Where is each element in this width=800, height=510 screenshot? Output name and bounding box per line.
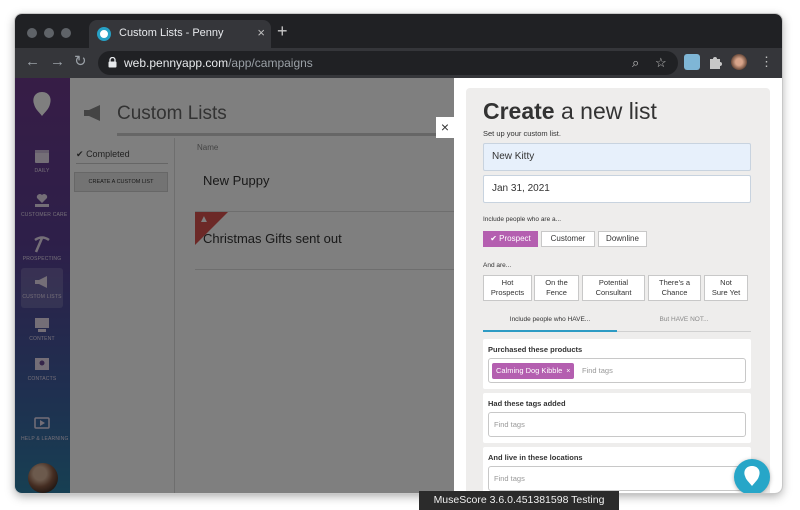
- purchased-tags-input[interactable]: Calming Dog Kibble × Find tags: [488, 358, 746, 383]
- create-list-panel: Create a new list Set up your custom lis…: [454, 78, 782, 493]
- tab-have-not[interactable]: But HAVE NOT...: [617, 314, 751, 332]
- status-line: Chance: [661, 288, 688, 297]
- close-window-dot[interactable]: [27, 28, 37, 38]
- minimize-window-dot[interactable]: [44, 28, 54, 38]
- profile-avatar-icon[interactable]: [731, 54, 747, 70]
- status-theres-a-chance[interactable]: There's a Chance: [648, 275, 701, 301]
- panel-subtitle: Set up your custom list.: [483, 129, 561, 138]
- browser-menu-icon[interactable]: ⋮: [760, 54, 773, 70]
- prospect-chip[interactable]: ✔ Prospect: [483, 231, 538, 247]
- locations-card: And live in these locations Find tags: [483, 447, 751, 493]
- chat-support-button[interactable]: [734, 459, 770, 493]
- chip-label: Prospect: [499, 234, 531, 243]
- tab-title: Custom Lists - Penny: [119, 27, 224, 39]
- card-title: Had these tags added: [488, 399, 566, 408]
- close-icon[interactable]: ×: [257, 25, 265, 41]
- zoom-search-icon[interactable]: ⌕: [632, 55, 639, 71]
- browser-toolbar: ← → ↻ web.pennyapp.com/app/campaigns ⌕ ☆…: [15, 48, 782, 78]
- url-host: web.pennyapp.com: [124, 56, 229, 70]
- tab-strip: Custom Lists - Penny × +: [15, 14, 782, 48]
- url-path: /app/campaigns: [228, 56, 313, 70]
- status-hot-prospects[interactable]: Hot Prospects: [483, 275, 532, 301]
- address-bar[interactable]: web.pennyapp.com/app/campaigns ⌕ ☆: [98, 51, 678, 75]
- card-title: And live in these locations: [488, 453, 583, 462]
- card-title: Purchased these products: [488, 345, 583, 354]
- status-on-the-fence[interactable]: On the Fence: [534, 275, 579, 301]
- status-line: Not: [720, 278, 732, 287]
- status-line: Potential: [598, 278, 629, 287]
- locations-input[interactable]: Find tags: [488, 466, 746, 491]
- status-line: Consultant: [595, 288, 632, 297]
- penny-app: DAILY CUSTOMER CARE PROSPECTING CUSTOM L…: [15, 78, 782, 493]
- penny-favicon-icon: [97, 27, 111, 41]
- tag-label: Calming Dog Kibble: [496, 366, 563, 375]
- panel-title: Create a new list: [483, 98, 657, 125]
- include-label: Include people who are a...: [483, 216, 562, 223]
- panel-title-bold: Create: [483, 98, 555, 124]
- and-are-label: And are...: [483, 262, 512, 269]
- purchased-products-card: Purchased these products Calming Dog Kib…: [483, 339, 751, 389]
- tag-chip[interactable]: Calming Dog Kibble ×: [492, 363, 575, 379]
- tags-added-card: Had these tags added Find tags: [483, 393, 751, 443]
- status-potential-consultant[interactable]: Potential Consultant: [582, 275, 645, 301]
- list-name-input[interactable]: New Kitty: [483, 143, 751, 171]
- panel-body: Create a new list Set up your custom lis…: [466, 88, 770, 493]
- tags-placeholder: Find tags: [494, 420, 525, 429]
- status-line: Prospects: [490, 288, 525, 297]
- tags-placeholder: Find tags: [494, 474, 525, 483]
- url-text: web.pennyapp.com/app/campaigns: [124, 56, 313, 70]
- puzzle-icon[interactable]: [707, 54, 723, 70]
- close-panel-button[interactable]: ×: [436, 117, 454, 138]
- status-line: On the: [545, 278, 568, 287]
- downline-chip[interactable]: Downline: [598, 231, 647, 247]
- status-line: Sure Yet: [711, 288, 741, 297]
- reload-icon[interactable]: ↻: [74, 53, 87, 71]
- panel-title-rest: a new list: [554, 98, 657, 124]
- status-line: There's a: [658, 278, 691, 287]
- forward-icon[interactable]: →: [50, 53, 65, 71]
- check-icon: ✔: [490, 234, 497, 243]
- status-not-sure-yet[interactable]: Not Sure Yet: [704, 275, 748, 301]
- customer-chip[interactable]: Customer: [541, 231, 595, 247]
- browser-window: Custom Lists - Penny × + ← → ↻ web.penny…: [15, 14, 782, 493]
- back-icon[interactable]: ←: [25, 53, 40, 71]
- taskbar-tooltip: MuseScore 3.6.0.451381598 Testing: [419, 491, 619, 510]
- tags-added-input[interactable]: Find tags: [488, 412, 746, 437]
- extension-icon[interactable]: [684, 54, 700, 70]
- status-line: Fence: [546, 288, 567, 297]
- penny-chat-icon: [744, 466, 760, 486]
- remove-tag-icon[interactable]: ×: [566, 368, 570, 375]
- new-tab-button[interactable]: +: [277, 21, 288, 41]
- status-line: Hot: [501, 278, 514, 287]
- maximize-window-dot[interactable]: [61, 28, 71, 38]
- browser-tab[interactable]: Custom Lists - Penny ×: [89, 20, 271, 48]
- tab-include-have[interactable]: Include people who HAVE...: [483, 314, 617, 332]
- lock-icon: [108, 57, 117, 68]
- list-date-input[interactable]: Jan 31, 2021: [483, 175, 751, 203]
- bookmark-star-icon[interactable]: ☆: [655, 55, 667, 71]
- tags-placeholder: Find tags: [582, 366, 613, 375]
